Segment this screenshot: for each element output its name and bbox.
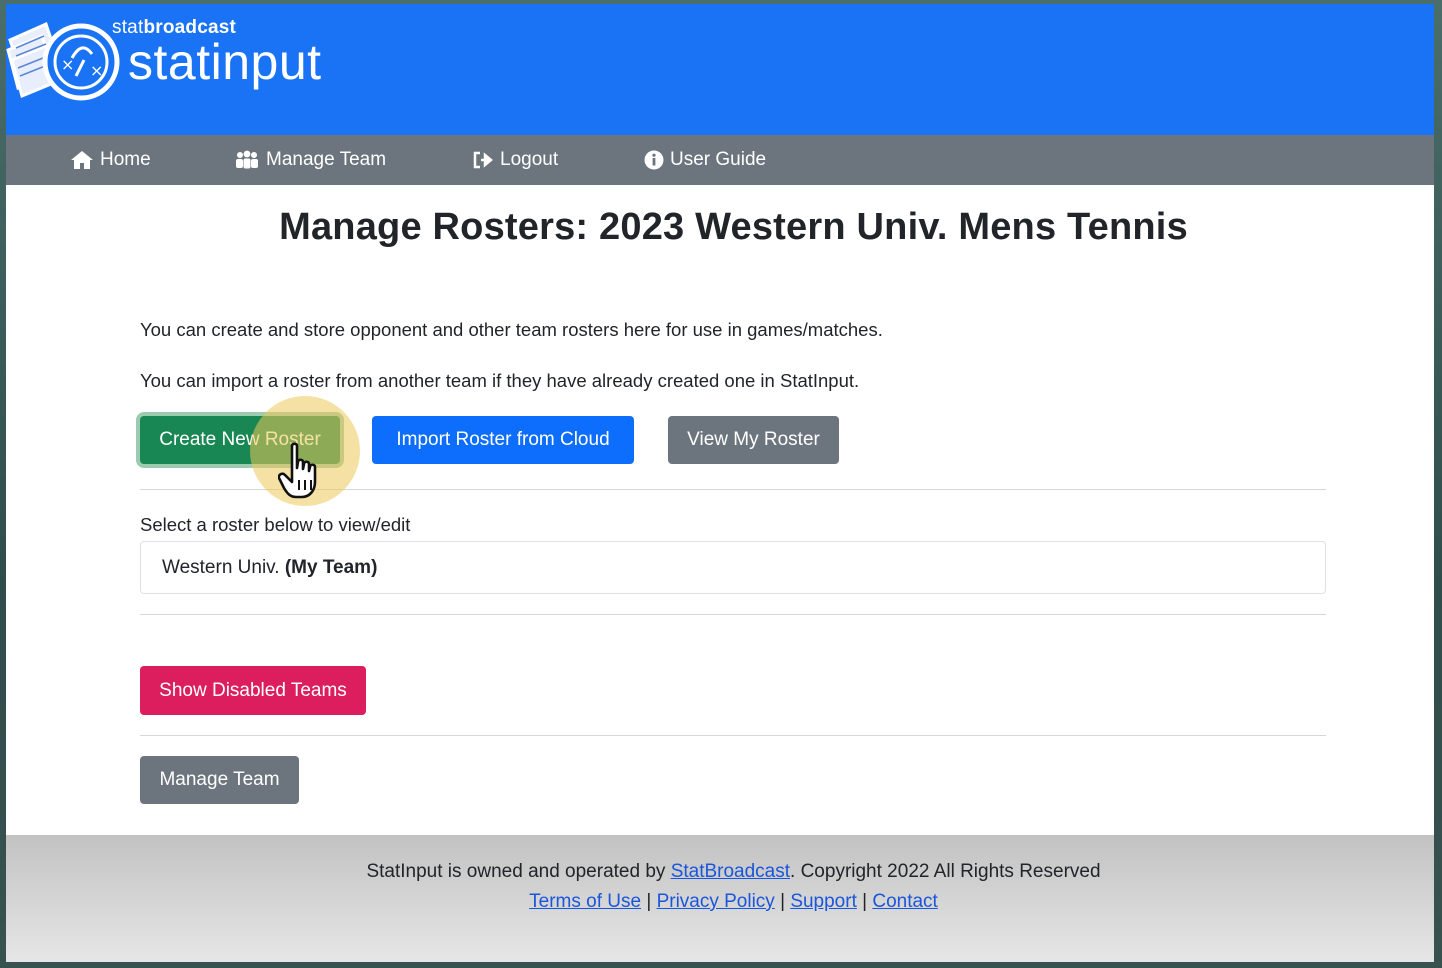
intro-paragraph-1: You can create and store opponent and ot… (140, 319, 883, 340)
info-icon (644, 150, 664, 170)
statinput-logo-icon: × × (6, 21, 120, 101)
statbroadcast-link[interactable]: StatBroadcast (671, 861, 790, 882)
roster-list-item[interactable]: Western Univ. (My Team) (140, 541, 1326, 594)
footer-prefix: StatInput is owned and operated by (366, 861, 671, 882)
privacy-policy-link[interactable]: Privacy Policy (657, 891, 775, 912)
link-separator: | (646, 891, 652, 912)
nav-item-label: Manage Team (266, 149, 387, 170)
roster-tag: (My Team) (284, 557, 378, 578)
logout-icon (473, 151, 493, 169)
footer-suffix: . Copyright 2022 All Rights Reserved (790, 861, 1101, 882)
divider (140, 489, 1326, 490)
app-window: × × statbroadcast statinput Home Manage … (6, 4, 1434, 962)
top-nav: Home Manage Team Logout User Guide (6, 135, 1434, 185)
svg-text:×: × (90, 61, 103, 80)
manage-team-button[interactable]: Manage Team (140, 756, 299, 804)
nav-item-user-guide[interactable]: User Guide (644, 135, 766, 185)
create-new-roster-button[interactable]: Create New Roster (140, 416, 340, 464)
footer-links: Terms of Use | Privacy Policy | Support … (6, 891, 1434, 913)
intro-paragraph-2: You can import a roster from another tea… (140, 370, 860, 391)
brand-title: statinput (128, 34, 322, 90)
support-link[interactable]: Support (790, 891, 857, 912)
nav-item-label: User Guide (670, 149, 767, 170)
divider (140, 614, 1326, 615)
footer-copyright: StatInput is owned and operated by StatB… (6, 861, 1434, 883)
home-icon (71, 151, 93, 169)
show-disabled-teams-button[interactable]: Show Disabled Teams (140, 666, 366, 715)
divider (140, 735, 1326, 736)
link-separator: | (862, 891, 868, 912)
view-my-roster-button[interactable]: View My Roster (668, 416, 839, 464)
contact-link[interactable]: Contact (872, 891, 937, 912)
users-icon (236, 150, 258, 169)
import-roster-button[interactable]: Import Roster from Cloud (372, 416, 634, 464)
roster-select-label: Select a roster below to view/edit (140, 514, 411, 535)
page-title: Manage Rosters: 2023 Western Univ. Mens … (279, 206, 1188, 248)
header-banner: × × statbroadcast statinput (6, 4, 1434, 135)
nav-item-logout[interactable]: Logout (472, 135, 558, 185)
terms-of-use-link[interactable]: Terms of Use (529, 891, 641, 912)
link-separator: | (780, 891, 786, 912)
nav-item-label: Home (100, 149, 151, 170)
nav-item-home[interactable]: Home (70, 135, 151, 185)
roster-name: Western Univ. (162, 557, 280, 578)
nav-item-manage-team[interactable]: Manage Team (234, 135, 386, 185)
nav-item-label: Logout (500, 149, 559, 170)
footer: StatInput is owned and operated by StatB… (6, 835, 1434, 962)
